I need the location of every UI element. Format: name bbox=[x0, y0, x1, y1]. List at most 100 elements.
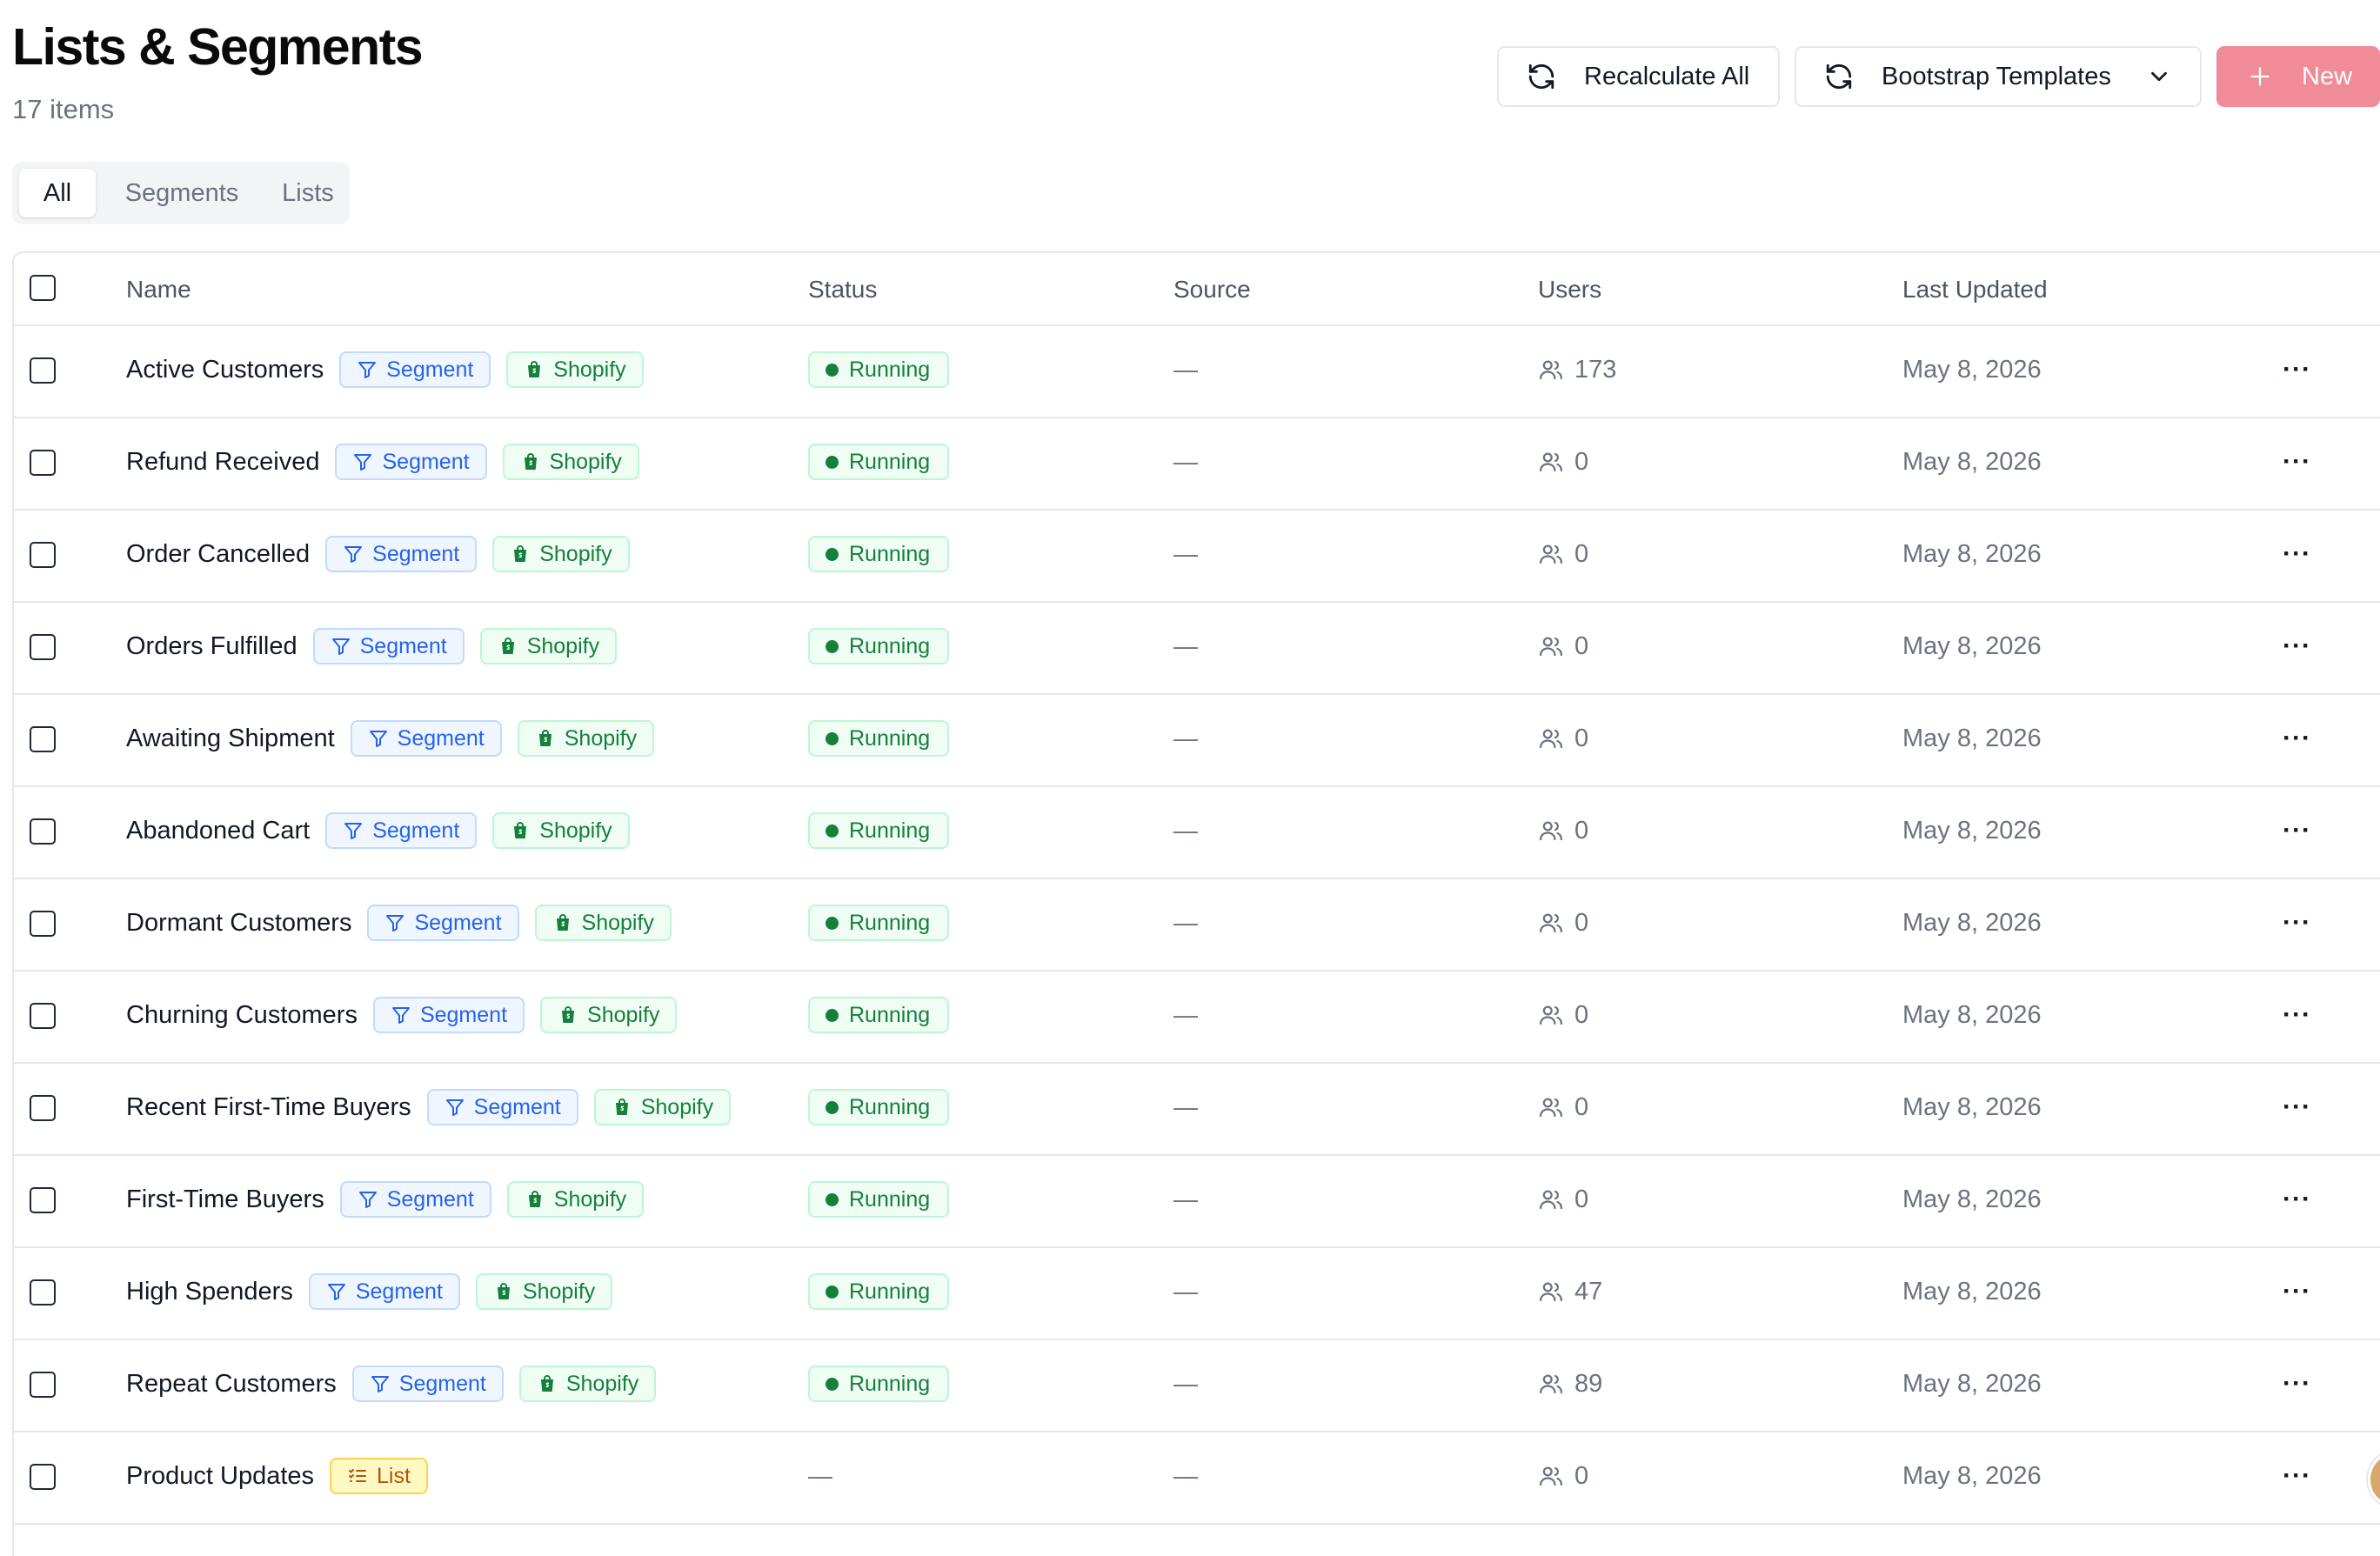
table-row[interactable]: Dormant Customers Segment Shopify Running — 0… bbox=[14, 878, 2380, 972]
row-checkbox[interactable] bbox=[30, 911, 56, 937]
more-horizontal-icon[interactable]: ··· bbox=[2283, 1339, 2311, 1429]
source-cell: — bbox=[1173, 1339, 1198, 1429]
recalculate-all-button[interactable]: Recalculate All bbox=[1497, 46, 1780, 107]
last-updated-cell: May 8, 2026 bbox=[1902, 1246, 2042, 1337]
table-row[interactable]: Order Cancelled Segment Shopify Running — 0 Ma… bbox=[14, 509, 2380, 603]
tab-segments[interactable]: Segments bbox=[99, 169, 264, 217]
more-horizontal-icon[interactable]: ··· bbox=[2283, 785, 2311, 876]
segment-badge-label: Segment bbox=[382, 449, 470, 474]
table-row[interactable]: Orders Fulfilled Segment Shopify Running — 0 M… bbox=[14, 601, 2380, 695]
table-row[interactable]: First-Time Buyers Segment Shopify Running — 0… bbox=[14, 1154, 2380, 1248]
users-cell: 47 bbox=[1538, 1246, 1602, 1337]
shopify-badge: Shopify bbox=[479, 628, 618, 664]
more-horizontal-icon[interactable]: ··· bbox=[2283, 970, 2311, 1060]
row-name[interactable]: Recent First-Time Buyers bbox=[126, 1093, 411, 1122]
row-checkbox[interactable] bbox=[30, 1279, 56, 1306]
row-name[interactable]: Refund Received bbox=[126, 448, 319, 477]
row-checkbox[interactable] bbox=[30, 1464, 56, 1490]
segment-badge: Segment bbox=[325, 536, 478, 572]
segment-badge: Segment bbox=[308, 1273, 460, 1310]
row-name[interactable]: Order Cancelled bbox=[126, 540, 310, 569]
row-name[interactable]: Abandoned Cart bbox=[126, 817, 310, 845]
column-header-users[interactable]: Users bbox=[1538, 276, 1601, 304]
table-row[interactable]: Repeat Customers Segment Shopify Running — 89… bbox=[14, 1339, 2380, 1432]
more-horizontal-icon[interactable]: ··· bbox=[2283, 417, 2311, 507]
row-checkbox[interactable] bbox=[30, 1003, 56, 1029]
users-icon bbox=[1540, 1374, 1562, 1394]
segment-badge: Segment bbox=[339, 351, 491, 388]
last-updated-cell: May 8, 2026 bbox=[1902, 693, 2042, 784]
last-updated-value: May 8, 2026 bbox=[1902, 539, 2042, 568]
users-cell: 0 bbox=[1538, 417, 1588, 507]
users-count: 0 bbox=[1574, 1000, 1589, 1029]
column-header-last-updated[interactable]: Last Updated bbox=[1902, 276, 2048, 304]
status-label: Running bbox=[849, 541, 931, 566]
page-title: Lists & Segments bbox=[12, 18, 424, 76]
segment-badge-label: Segment bbox=[414, 910, 502, 935]
status-label: Running bbox=[849, 1094, 931, 1119]
more-horizontal-icon[interactable]: ··· bbox=[2283, 1062, 2311, 1152]
segment-badge: Segment bbox=[325, 812, 478, 849]
row-checkbox[interactable] bbox=[30, 818, 56, 845]
row-checkbox[interactable] bbox=[30, 634, 56, 660]
row-name[interactable]: Awaiting Shipment bbox=[126, 725, 335, 753]
row-checkbox[interactable] bbox=[30, 450, 56, 476]
last-updated-cell: May 8, 2026 bbox=[1902, 970, 2042, 1060]
row-name[interactable]: Churning Customers bbox=[126, 1001, 358, 1030]
source-cell: — bbox=[1173, 509, 1198, 599]
last-updated-cell: May 8, 2026 bbox=[1902, 324, 2042, 415]
bootstrap-templates-button[interactable]: Bootstrap Templates bbox=[1795, 46, 2202, 107]
users-count: 173 bbox=[1574, 355, 1617, 384]
shopify-bag-icon bbox=[497, 1283, 510, 1299]
more-horizontal-icon[interactable]: ··· bbox=[2283, 693, 2311, 784]
row-name[interactable]: Dormant Customers bbox=[126, 909, 351, 938]
row-checkbox[interactable] bbox=[30, 357, 56, 384]
status-label: Running bbox=[849, 1002, 931, 1027]
column-header-status[interactable]: Status bbox=[808, 276, 877, 304]
table-row[interactable]: Abandoned Cart Segment Shopify Running — 0 May… bbox=[14, 785, 2380, 879]
source-value: — bbox=[1173, 1278, 1198, 1305]
column-header-name[interactable]: Name bbox=[126, 276, 191, 304]
table-row[interactable]: High Spenders Segment Shopify Running — 47 May… bbox=[14, 1246, 2380, 1340]
row-name[interactable]: Product Updates bbox=[126, 1462, 314, 1491]
more-horizontal-icon[interactable]: ··· bbox=[2283, 1154, 2311, 1245]
source-value: — bbox=[1173, 817, 1198, 844]
row-checkbox[interactable] bbox=[30, 542, 56, 568]
row-name[interactable]: Orders Fulfilled bbox=[126, 632, 298, 661]
more-horizontal-icon[interactable]: ··· bbox=[2283, 1431, 2311, 1521]
more-horizontal-icon[interactable]: ··· bbox=[2283, 1246, 2311, 1337]
row-checkbox[interactable] bbox=[30, 726, 56, 752]
plus-icon bbox=[2250, 67, 2270, 86]
list-checks-icon bbox=[349, 1469, 367, 1482]
row-checkbox[interactable] bbox=[30, 1187, 56, 1213]
filter-icon bbox=[358, 362, 377, 378]
users-icon bbox=[1540, 729, 1562, 749]
more-horizontal-icon[interactable]: ··· bbox=[2283, 509, 2311, 599]
more-horizontal-icon[interactable]: ··· bbox=[2283, 878, 2311, 968]
segment-badge: Segment bbox=[367, 905, 519, 941]
more-horizontal-icon[interactable]: ··· bbox=[2283, 601, 2311, 691]
table-row[interactable]: Recent First-Time Buyers Segment Shopify Ru… bbox=[14, 1062, 2380, 1156]
tab-lists[interactable]: Lists bbox=[264, 169, 351, 217]
table-row[interactable]: Active Customers Segment Shopify Running — 17… bbox=[14, 324, 2380, 418]
segment-badge-label: Segment bbox=[473, 1094, 561, 1119]
status-dot bbox=[826, 731, 839, 745]
row-checkbox[interactable] bbox=[30, 1095, 56, 1121]
table-row[interactable]: Refund Received Segment Shopify Running — 0 Ma… bbox=[14, 417, 2380, 511]
more-horizontal-icon[interactable]: ··· bbox=[2283, 324, 2311, 415]
table-row[interactable]: Awaiting Shipment Segment Shopify Running — 0… bbox=[14, 693, 2380, 787]
row-name[interactable]: Repeat Customers bbox=[126, 1370, 337, 1399]
segment-badge-label: Segment bbox=[397, 725, 485, 751]
table-row[interactable]: Product Updates List — — 0 May 8, 2026 ··· bbox=[14, 1431, 2380, 1525]
source-cell: — bbox=[1173, 785, 1198, 876]
new-button[interactable]: New bbox=[2216, 46, 2380, 107]
tab-all[interactable]: All bbox=[19, 169, 96, 217]
column-header-source[interactable]: Source bbox=[1173, 276, 1251, 304]
table-row[interactable]: Churning Customers Segment Shopify Running —… bbox=[14, 970, 2380, 1064]
row-checkbox[interactable] bbox=[30, 1372, 56, 1398]
select-all-checkbox[interactable] bbox=[30, 275, 56, 301]
row-name[interactable]: Active Customers bbox=[126, 356, 324, 384]
row-name[interactable]: First-Time Buyers bbox=[126, 1185, 324, 1214]
row-name[interactable]: High Spenders bbox=[126, 1278, 293, 1306]
status-badge: Running bbox=[808, 1089, 950, 1125]
